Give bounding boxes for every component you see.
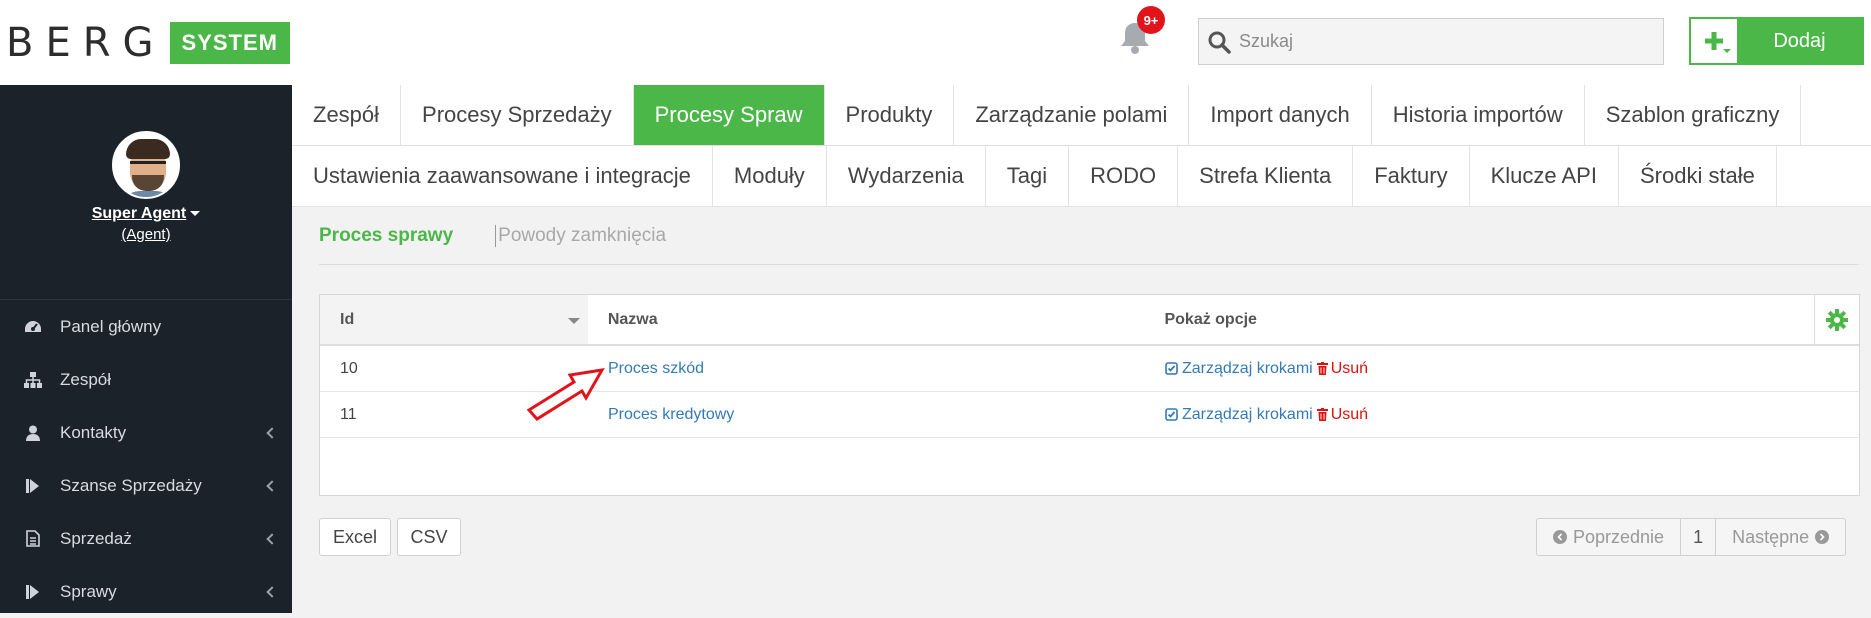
annotation-arrow-icon [526, 368, 605, 421]
tab-klucze-api[interactable]: Klucze API [1470, 146, 1619, 206]
sidebar-item-label: Zespół [60, 369, 112, 389]
tab-srodki-stale[interactable]: Środki stałe [1619, 146, 1777, 206]
trash-icon [1316, 362, 1328, 375]
column-header-id[interactable]: Id [320, 295, 588, 344]
sidebar: BERG SYSTEM Super Agent (Agent) Panel gł… [0, 0, 292, 613]
step-forward-icon [24, 477, 42, 495]
check-square-icon [1165, 362, 1178, 375]
column-header-name[interactable]: Nazwa [588, 295, 1145, 344]
sidebar-nav: Panel główny Zespół Kontakty Szanse Sprz… [0, 300, 292, 618]
chevron-left-icon [1553, 530, 1567, 544]
user-name: Super Agent [91, 205, 187, 222]
user-block: Super Agent (Agent) [0, 85, 292, 300]
sidebar-item-kontakty[interactable]: Kontakty [0, 406, 292, 459]
excel-export-button[interactable]: Excel [319, 518, 391, 556]
tab-rodo[interactable]: RODO [1069, 146, 1179, 206]
tab-faktury[interactable]: Faktury [1353, 146, 1470, 206]
chevron-left-icon [266, 479, 278, 492]
chevron-left-icon [266, 585, 278, 598]
tab-tagi[interactable]: Tagi [986, 146, 1070, 206]
tab-strefa-klienta[interactable]: Strefa Klienta [1178, 146, 1354, 206]
process-link[interactable]: Proces szkód [588, 360, 1145, 378]
delete-link[interactable]: Usuń [1316, 406, 1368, 424]
user-role[interactable]: (Agent) [0, 226, 292, 243]
document-icon [24, 530, 42, 548]
step-forward-icon [24, 583, 42, 601]
tab-historia-importow[interactable]: Historia importów [1372, 85, 1585, 145]
tab-wydarzenia[interactable]: Wydarzenia [827, 146, 986, 206]
subtab-proces-sprawy[interactable]: Proces sprawy [319, 225, 453, 247]
tab-moduly[interactable]: Moduły [713, 146, 827, 206]
previous-page-button[interactable]: Poprzednie [1537, 519, 1680, 555]
logo-text-berg: BERG [6, 19, 166, 66]
chevron-left-icon [266, 426, 278, 439]
sidebar-item-label: Kontakty [60, 422, 127, 442]
tab-zarzadzanie-polami[interactable]: Zarządzanie polami [954, 85, 1190, 145]
search-box [1198, 18, 1664, 65]
settings-tabs-row-2: Ustawienia zaawansowane i integracje Mod… [292, 146, 1871, 207]
sidebar-item-label: Sprzedaż [60, 528, 132, 548]
page-number-button[interactable]: 1 [1680, 519, 1717, 555]
user-icon [24, 424, 42, 442]
tab-procesy-sprzedazy[interactable]: Procesy Sprzedaży [401, 85, 634, 145]
sidebar-item-sprzedaz[interactable]: Sprzedaż [0, 512, 292, 565]
search-input[interactable] [1237, 30, 1637, 53]
cell-options: Zarządzaj krokami Usuń [1145, 406, 1368, 424]
add-button[interactable]: Dodaj [1689, 17, 1864, 65]
manage-steps-link[interactable]: Zarządzaj krokami [1165, 406, 1313, 424]
search-icon [1208, 31, 1231, 54]
sidebar-item-szanse[interactable]: Szanse Sprzedaży [0, 459, 292, 512]
table-header: Id Nazwa Pokaż opcje [320, 295, 1859, 346]
tab-produkty[interactable]: Produkty [825, 85, 955, 145]
gear-icon[interactable] [1815, 295, 1859, 344]
cell-options: Zarządzaj krokami Usuń [1145, 360, 1368, 378]
plus-icon [1691, 19, 1737, 63]
chevron-right-icon [1815, 530, 1830, 544]
sidebar-item-sprawy[interactable]: Sprawy [0, 565, 292, 618]
notification-badge[interactable]: 9+ [1137, 6, 1165, 34]
avatar[interactable] [112, 131, 180, 199]
subtab-powody-zamkniecia[interactable]: Powody zamknięcia [495, 225, 666, 247]
add-button-label: Dodaj [1773, 29, 1826, 52]
check-square-icon [1165, 408, 1178, 421]
dashboard-icon [24, 318, 42, 336]
csv-export-button[interactable]: CSV [397, 518, 461, 556]
manage-steps-link[interactable]: Zarządzaj krokami [1165, 360, 1313, 378]
subtabs: Proces sprawy Powody zamknięcia [319, 208, 1859, 265]
user-name-dropdown[interactable]: Super Agent [0, 205, 292, 223]
tab-szablon-graficzny[interactable]: Szablon graficzny [1585, 85, 1802, 145]
sidebar-item-label: Panel główny [60, 316, 162, 336]
chevron-left-icon [266, 532, 278, 545]
logo[interactable]: BERG SYSTEM [0, 0, 292, 85]
delete-link[interactable]: Usuń [1316, 360, 1368, 378]
caret-down-icon [190, 211, 201, 217]
sidebar-item-label: Sprawy [60, 581, 117, 601]
column-header-options: Pokaż opcje [1144, 295, 1816, 344]
tab-procesy-spraw[interactable]: Procesy Spraw [633, 85, 825, 145]
top-bar: 9+ Dodaj [292, 0, 1871, 85]
sidebar-item-panel[interactable]: Panel główny [0, 300, 292, 353]
tab-ustawienia-zaawansowane[interactable]: Ustawienia zaawansowane i integracje [292, 146, 713, 206]
process-link[interactable]: Proces kredytowy [588, 406, 1145, 424]
next-page-button[interactable]: Następne [1716, 519, 1845, 555]
logo-text-system: SYSTEM [169, 21, 290, 64]
sidebar-item-zespol[interactable]: Zespół [0, 353, 292, 406]
trash-icon [1316, 408, 1328, 421]
pagination: Poprzednie 1 Następne [1536, 518, 1847, 556]
settings-tabs-row-1: Zespół Procesy Sprzedaży Procesy Spraw P… [292, 85, 1871, 146]
tab-import-danych[interactable]: Import danych [1189, 85, 1372, 145]
sort-icon [567, 317, 580, 324]
tab-zespol[interactable]: Zespół [292, 85, 402, 145]
sidebar-item-label: Szanse Sprzedaży [60, 475, 202, 495]
sitemap-icon [24, 371, 42, 389]
